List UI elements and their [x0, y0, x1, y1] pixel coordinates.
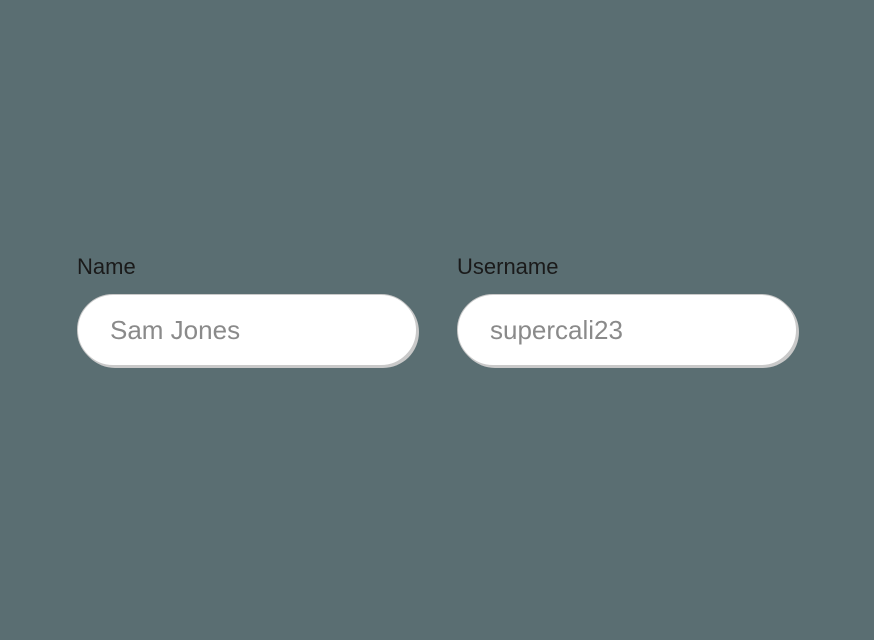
- form-row: Name Username: [77, 254, 797, 366]
- name-label: Name: [77, 254, 417, 280]
- username-field-group: Username: [457, 254, 797, 366]
- name-input[interactable]: [77, 294, 417, 366]
- username-input[interactable]: [457, 294, 797, 366]
- name-field-group: Name: [77, 254, 417, 366]
- username-label: Username: [457, 254, 797, 280]
